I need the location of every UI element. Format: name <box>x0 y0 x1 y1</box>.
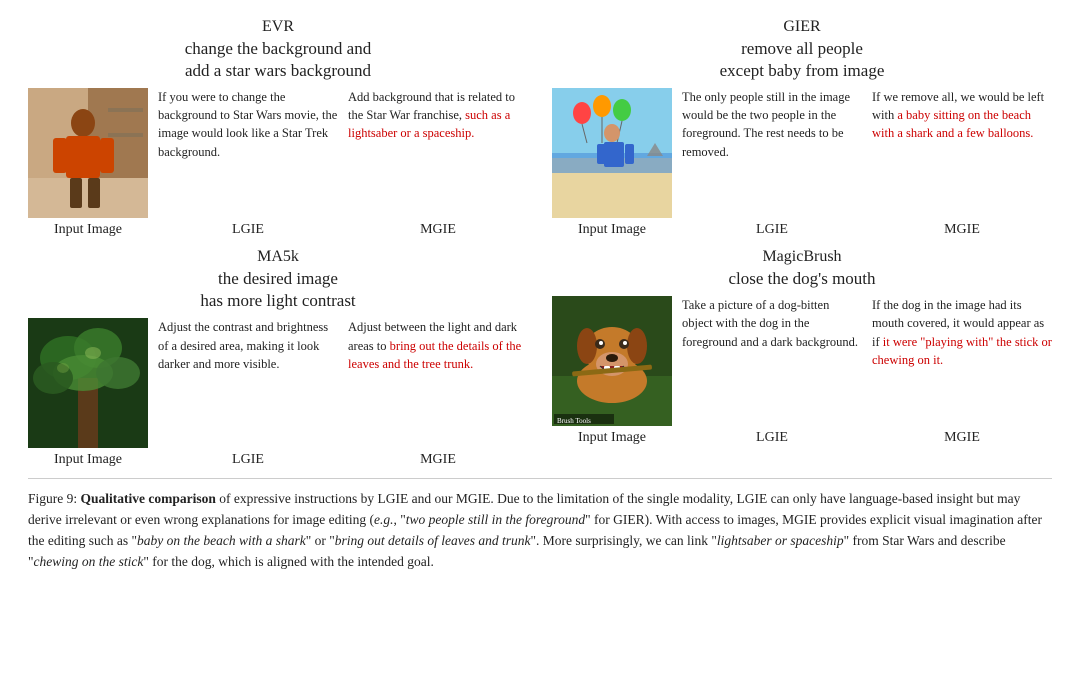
ma5k-image <box>28 318 148 448</box>
ma5k-lgie-label: LGIE <box>158 452 338 468</box>
magicbrush-mgie-text: If the dog in the image had its mouth co… <box>872 296 1052 369</box>
gier-title: remove all peopleexcept baby from image <box>552 38 1052 82</box>
magicbrush-dataset-label: MagicBrush <box>552 248 1052 266</box>
gier-mgie-text: If we remove all, we would be left with … <box>872 88 1052 142</box>
evr-mgie-text: Add background that is related to the St… <box>348 88 528 142</box>
ma5k-dataset-label: MA5k <box>28 248 528 266</box>
evr-content: If you were to change the background to … <box>28 88 528 218</box>
gier-mgie-label: MGIE <box>872 222 1052 238</box>
magicbrush-mgie-label: MGIE <box>872 430 1052 446</box>
gier-content: The only people still in the image would… <box>552 88 1052 218</box>
figure-caption: Figure 9: Qualitative comparison of expr… <box>28 489 1052 573</box>
gier-input-label: Input Image <box>552 222 672 238</box>
evr-mgie-label: MGIE <box>348 222 528 238</box>
fig-bold: Qualitative comparison <box>81 491 216 506</box>
evr-title: change the background andadd a star wars… <box>28 38 528 82</box>
ma5k-title: the desired imagehas more light contrast <box>28 268 528 312</box>
svg-text:Brush Tools: Brush Tools <box>557 417 591 425</box>
evr-lgie-label: LGIE <box>158 222 338 238</box>
magicbrush-input-label: Input Image <box>552 430 672 446</box>
ma5k-content: Adjust the contrast and brightness of a … <box>28 318 528 448</box>
panel-gier: GIER remove all peopleexcept baby from i… <box>552 18 1052 238</box>
gier-lgie-text: The only people still in the image would… <box>682 88 862 161</box>
gier-mgie-highlight: a baby sitting on the beach with a shark… <box>872 108 1033 140</box>
magicbrush-labels: Input Image LGIE MGIE <box>552 430 1052 446</box>
magicbrush-image: Brush Tools <box>552 296 672 426</box>
gier-lgie-label: LGIE <box>682 222 862 238</box>
divider <box>28 478 1052 479</box>
magicbrush-lgie-text: Take a picture of a dog-bitten object wi… <box>682 296 862 350</box>
magicbrush-content: Brush Tools Take a picture of a dog-bitt… <box>552 296 1052 426</box>
panel-evr: EVR change the background andadd a star … <box>28 18 528 238</box>
ma5k-labels: Input Image LGIE MGIE <box>28 452 528 468</box>
evr-image <box>28 88 148 218</box>
evr-lgie-text: If you were to change the background to … <box>158 88 338 161</box>
magicbrush-mgie-highlight: it were "playing with" the stick or chew… <box>872 335 1052 367</box>
panel-magicbrush: MagicBrush close the dog's mouth <box>552 248 1052 468</box>
fig-label: Figure 9: <box>28 491 81 506</box>
panel-ma5k: MA5k the desired imagehas more light con… <box>28 248 528 468</box>
evr-mgie-highlight: such as a lightsaber or a spaceship. <box>348 108 510 140</box>
ma5k-mgie-text: Adjust between the light and dark areas … <box>348 318 528 372</box>
gier-image <box>552 88 672 218</box>
ma5k-input-label: Input Image <box>28 452 148 468</box>
top-row: EVR change the background andadd a star … <box>28 18 1052 238</box>
gier-labels: Input Image LGIE MGIE <box>552 222 1052 238</box>
magicbrush-title: close the dog's mouth <box>552 268 1052 290</box>
magicbrush-lgie-label: LGIE <box>682 430 862 446</box>
bottom-row: MA5k the desired imagehas more light con… <box>28 248 1052 468</box>
ma5k-lgie-text: Adjust the contrast and brightness of a … <box>158 318 338 372</box>
ma5k-mgie-label: MGIE <box>348 452 528 468</box>
evr-input-label: Input Image <box>28 222 148 238</box>
evr-labels: Input Image LGIE MGIE <box>28 222 528 238</box>
main-container: EVR change the background andadd a star … <box>28 18 1052 573</box>
evr-dataset-label: EVR <box>28 18 528 36</box>
ma5k-mgie-highlight: bring out the details of the leaves and … <box>348 339 521 371</box>
gier-dataset-label: GIER <box>552 18 1052 36</box>
